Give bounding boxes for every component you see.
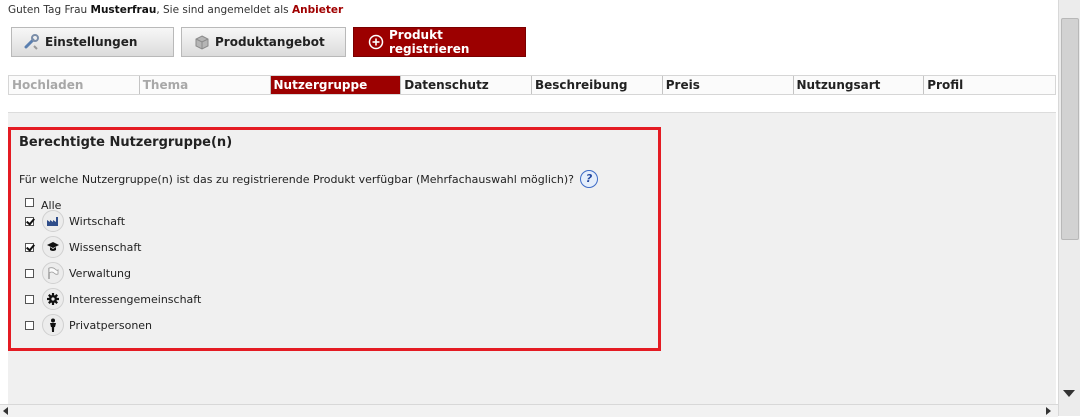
greeting-middle: , Sie sind angemeldet als bbox=[156, 4, 292, 16]
scroll-left-icon[interactable] bbox=[3, 407, 8, 415]
flag-icon bbox=[42, 262, 64, 284]
step-preis[interactable]: Preis bbox=[663, 76, 794, 94]
scroll-right-icon[interactable] bbox=[1046, 407, 1051, 415]
step-profil[interactable]: Profil bbox=[924, 76, 1055, 94]
greeting-prefix: Guten Tag Frau bbox=[8, 4, 91, 16]
plus-circle-icon bbox=[368, 34, 384, 50]
step-beschreibung[interactable]: Beschreibung bbox=[532, 76, 663, 94]
option-label-wissenschaft: Wissenschaft bbox=[69, 240, 142, 254]
step-hochladen[interactable]: Hochladen bbox=[9, 76, 140, 94]
checkbox-alle[interactable] bbox=[25, 198, 34, 207]
option-privatpersonen[interactable]: Privatpersonen bbox=[25, 314, 152, 336]
register-product-button[interactable]: Produkt registrieren bbox=[353, 27, 526, 57]
scroll-down-icon[interactable] bbox=[1063, 390, 1075, 397]
box-icon bbox=[194, 34, 210, 50]
checkbox-interessengemeinschaft[interactable] bbox=[25, 294, 34, 304]
option-label-verwaltung: Verwaltung bbox=[69, 266, 131, 280]
panel-title: Berechtigte Nutzergruppe(n) bbox=[19, 135, 233, 150]
settings-label: Einstellungen bbox=[45, 35, 138, 49]
register-product-label: Produkt registrieren bbox=[389, 28, 470, 56]
factory-icon bbox=[42, 210, 64, 232]
step-nutzergruppe[interactable]: Nutzergruppe bbox=[270, 76, 402, 94]
option-verwaltung[interactable]: Verwaltung bbox=[25, 262, 131, 284]
tools-icon bbox=[24, 34, 40, 50]
vertical-scrollbar[interactable] bbox=[1058, 0, 1080, 416]
option-label-interessengemeinschaft: Interessengemeinschaft bbox=[69, 292, 202, 306]
option-label-wirtschaft: Wirtschaft bbox=[69, 214, 126, 228]
step-thema[interactable]: Thema bbox=[140, 76, 271, 94]
step-nutzungsart[interactable]: Nutzungsart bbox=[794, 76, 925, 94]
person-icon bbox=[42, 314, 64, 336]
panel-question: Für welche Nutzergruppe(n) ist das zu re… bbox=[19, 170, 599, 188]
settings-button[interactable]: Einstellungen bbox=[11, 27, 174, 57]
greeting-text: Guten Tag Frau Musterfrau, Sie sind ange… bbox=[8, 4, 343, 16]
step-datenschutz[interactable]: Datenschutz bbox=[401, 76, 532, 94]
checkbox-wirtschaft[interactable] bbox=[25, 216, 34, 226]
help-icon[interactable]: ? bbox=[580, 170, 599, 188]
gear-icon bbox=[42, 288, 64, 310]
checkbox-wissenschaft[interactable] bbox=[25, 242, 34, 252]
question-text: Für welche Nutzergruppe(n) ist das zu re… bbox=[19, 172, 575, 186]
product-offers-button[interactable]: Produktangebot bbox=[181, 27, 346, 57]
option-wissenschaft[interactable]: Wissenschaft bbox=[25, 236, 141, 258]
horizontal-scrollbar[interactable] bbox=[0, 404, 1058, 417]
user-role: Anbieter bbox=[291, 4, 344, 16]
checkbox-verwaltung[interactable] bbox=[25, 268, 34, 278]
product-offers-label: Produktangebot bbox=[215, 35, 325, 49]
vertical-scroll-thumb[interactable] bbox=[1061, 18, 1079, 240]
user-name: Musterfrau bbox=[90, 4, 157, 16]
checkbox-privatpersonen[interactable] bbox=[25, 320, 34, 330]
wizard-steps: Hochladen Thema Nutzergruppe Datenschutz… bbox=[8, 75, 1056, 95]
option-interessengemeinschaft[interactable]: Interessengemeinschaft bbox=[25, 288, 201, 310]
user-group-panel: Berechtigte Nutzergruppe(n) Für welche N… bbox=[8, 127, 661, 351]
option-wirtschaft[interactable]: Wirtschaft bbox=[25, 210, 125, 232]
option-label-privatpersonen: Privatpersonen bbox=[69, 318, 153, 332]
graduation-cap-icon bbox=[42, 236, 64, 258]
